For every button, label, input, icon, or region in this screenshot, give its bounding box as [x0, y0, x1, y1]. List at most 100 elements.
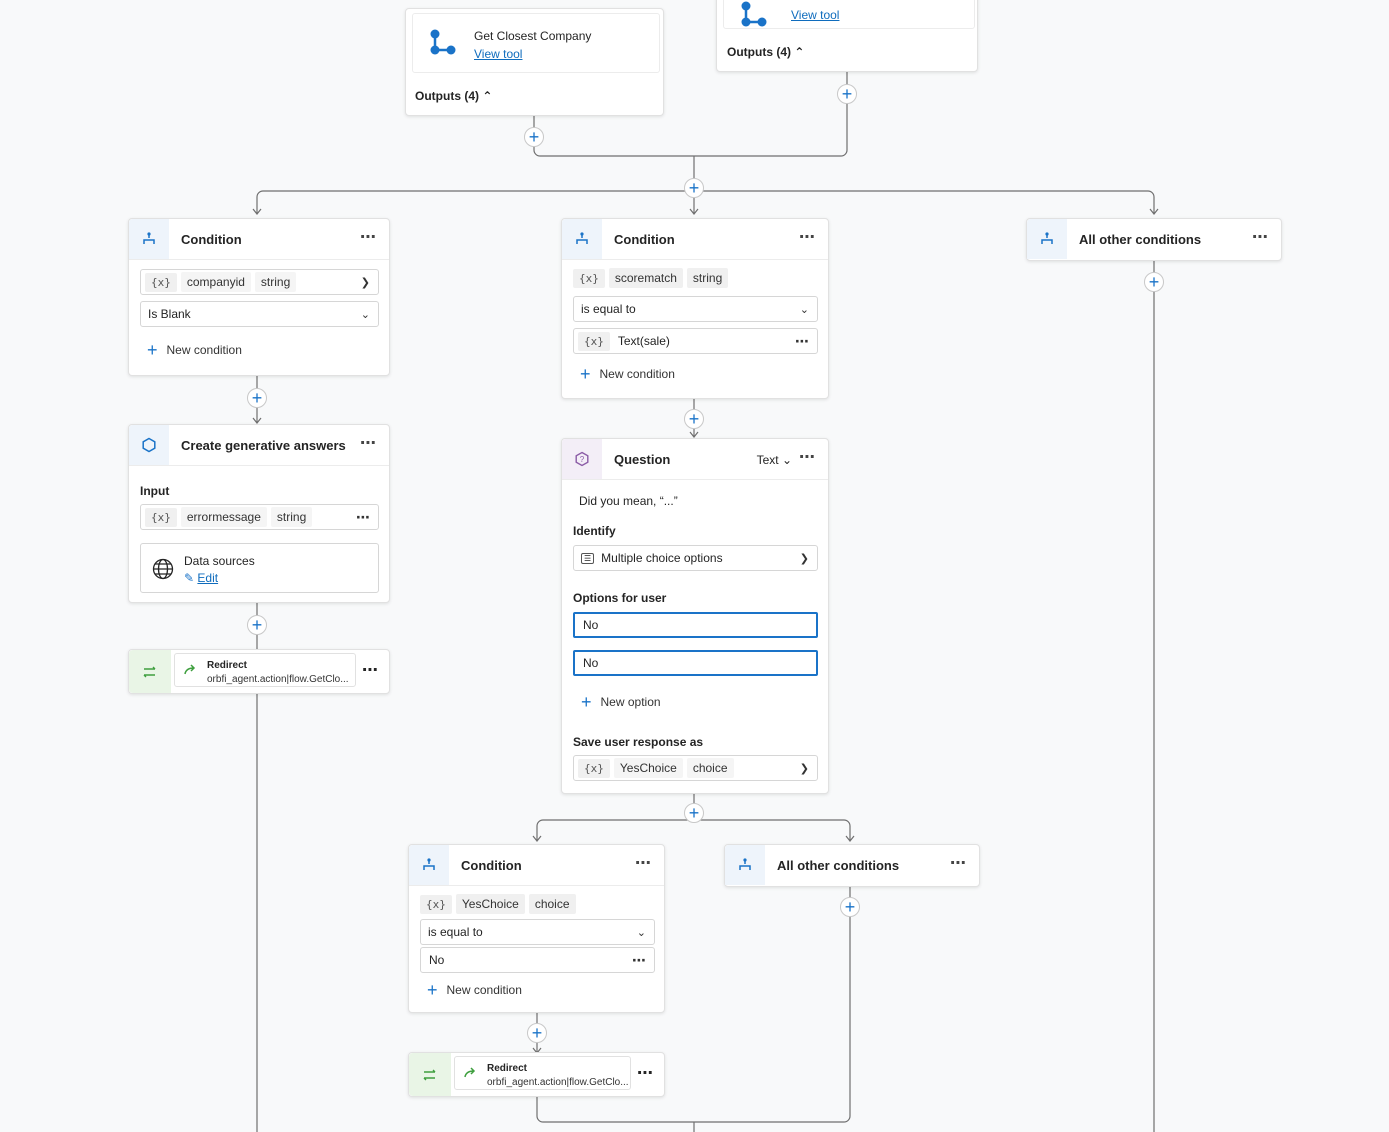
redirect-node-left[interactable]: Redirect orbfi_agent.action|flow.GetClo.…	[128, 649, 390, 694]
more-options-icon[interactable]: ⋯	[360, 227, 377, 247]
redirect-target: orbfi_agent.action|flow.GetClo...	[207, 674, 349, 685]
new-condition-label: New condition	[446, 983, 522, 997]
more-options-icon[interactable]: ⋯	[637, 1063, 654, 1083]
plus-icon: +	[427, 980, 438, 1000]
tool-node-get-closest-company[interactable]: Get Closest Company View tool Outputs (4…	[405, 8, 664, 116]
more-options-icon[interactable]: ⋯	[632, 952, 646, 969]
add-step-button[interactable]: +	[247, 388, 267, 408]
more-options-icon[interactable]: ⋯	[360, 433, 377, 453]
option-input[interactable]: No	[573, 650, 818, 676]
redirect-node-bottom[interactable]: Redirect orbfi_agent.action|flow.GetClo.…	[408, 1052, 665, 1097]
chevron-right-icon: ❯	[360, 276, 370, 289]
node-title: Condition	[461, 858, 522, 873]
operator-value: is equal to	[581, 302, 636, 316]
view-tool-link[interactable]: View tool	[791, 8, 839, 22]
more-options-icon[interactable]: ⋯	[799, 447, 816, 467]
node-title: Condition	[614, 232, 675, 247]
data-sources-label: Data sources	[184, 554, 255, 568]
outputs-label: Outputs (4)	[415, 89, 479, 103]
value-field[interactable]: No ⋯	[420, 947, 655, 973]
chevron-up-icon: ⌃	[482, 89, 493, 103]
generative-answers-node[interactable]: Create generative answers ⋯ Input {x} er…	[128, 424, 390, 603]
add-branch-button[interactable]: +	[684, 803, 704, 823]
generative-icon	[129, 425, 169, 465]
operator-value: Is Blank	[148, 307, 191, 321]
condition-node-left[interactable]: Condition ⋯ {x} companyid string ❯ Is Bl…	[128, 218, 390, 376]
operator-select[interactable]: is equal to ⌄	[573, 296, 818, 322]
question-node[interactable]: ? Question Text ⌄ ⋯ Did you mean, “...” …	[561, 438, 829, 794]
operator-value: is equal to	[428, 925, 483, 939]
chevron-down-icon: ⌄	[781, 453, 792, 467]
add-branch-button[interactable]: +	[684, 178, 704, 198]
save-variable-field[interactable]: {x} YesChoice choice ❯	[573, 755, 818, 781]
tool-icon	[741, 1, 767, 27]
new-condition-button[interactable]: + New condition	[427, 980, 522, 1000]
chevron-down-icon: ⌄	[799, 303, 809, 316]
variable-type: string	[270, 507, 313, 527]
condition-node-bottom[interactable]: Condition ⋯ {x} YesChoice choice is equal …	[408, 844, 665, 1013]
add-step-button[interactable]: +	[524, 127, 544, 147]
more-options-icon[interactable]: ⋯	[799, 227, 816, 247]
data-sources-card[interactable]: Data sources ✎ Edit	[140, 543, 379, 593]
redirect-title: Redirect	[207, 660, 248, 671]
response-type-value: Text	[756, 453, 779, 467]
condition-node-middle[interactable]: Condition ⋯ {x} scorematch string is equal…	[561, 218, 829, 399]
add-step-button[interactable]: +	[1144, 272, 1164, 292]
variable-field[interactable]: {x} scorematch string	[573, 268, 729, 288]
identify-label: Identify	[573, 524, 616, 538]
variable-icon: {x}	[145, 507, 177, 527]
add-step-button[interactable]: +	[837, 84, 857, 104]
operator-select[interactable]: Is Blank ⌄	[140, 301, 379, 327]
more-options-icon[interactable]: ⋯	[950, 853, 967, 873]
add-step-button[interactable]: +	[247, 615, 267, 635]
all-other-conditions-node-bottom[interactable]: All other conditions ⋯	[724, 844, 980, 887]
variable-name: scorematch	[608, 268, 683, 288]
response-type-select[interactable]: Text ⌄	[757, 453, 792, 467]
redirect-target-card[interactable]: Redirect orbfi_agent.action|flow.GetClo.…	[454, 1056, 631, 1090]
more-options-icon[interactable]: ⋯	[635, 853, 652, 873]
node-title: Condition	[181, 232, 242, 247]
variable-icon: {x}	[578, 331, 610, 351]
new-condition-button[interactable]: + New condition	[147, 340, 242, 360]
input-variable-field[interactable]: {x} errormessage string ⋯	[140, 504, 379, 530]
all-other-conditions-node[interactable]: All other conditions ⋯	[1026, 218, 1282, 261]
new-condition-button[interactable]: + New condition	[580, 365, 675, 383]
more-options-icon[interactable]: ⋯	[1252, 227, 1269, 247]
variable-type: choice	[528, 894, 576, 914]
plus-icon: +	[147, 340, 158, 360]
option-input[interactable]: No	[573, 612, 818, 638]
new-condition-label: New condition	[599, 367, 675, 381]
new-option-label: New option	[600, 695, 661, 709]
more-options-icon[interactable]: ⋯	[356, 509, 370, 526]
add-step-button[interactable]: +	[684, 409, 704, 429]
identify-select[interactable]: ☰ Multiple choice options ❯	[573, 545, 818, 571]
view-tool-link[interactable]: View tool	[474, 47, 522, 61]
node-title: Question	[614, 452, 671, 467]
add-step-button[interactable]: +	[840, 897, 860, 917]
variable-type: string	[686, 268, 729, 288]
branch-icon	[409, 845, 449, 885]
redirect-target: orbfi_agent.action|flow.GetClo...	[487, 1077, 629, 1088]
operator-select[interactable]: is equal to ⌄	[420, 919, 655, 945]
chevron-down-icon: ⌄	[636, 926, 646, 939]
value-field[interactable]: {x} Text(sale) ⋯	[573, 328, 818, 354]
variable-field[interactable]: {x} YesChoice choice	[420, 894, 576, 914]
branch-icon	[129, 219, 169, 259]
new-option-button[interactable]: + New option	[581, 693, 661, 711]
edit-link[interactable]: ✎ Edit	[184, 571, 218, 585]
more-options-icon[interactable]: ⋯	[795, 333, 809, 350]
tool-node-right[interactable]: View tool Outputs (4) ⌃	[716, 0, 978, 72]
options-label: Options for user	[573, 591, 667, 605]
more-options-icon[interactable]: ⋯	[362, 660, 379, 680]
outputs-toggle[interactable]: Outputs (4) ⌃	[415, 89, 492, 103]
outputs-label: Outputs (4)	[727, 45, 791, 59]
tool-title: Get Closest Company	[474, 29, 592, 43]
question-prompt[interactable]: Did you mean, “...”	[579, 494, 678, 508]
outputs-toggle[interactable]: Outputs (4) ⌃	[727, 45, 804, 59]
variable-icon: {x}	[578, 758, 610, 778]
redirect-target-card[interactable]: Redirect orbfi_agent.action|flow.GetClo.…	[174, 653, 356, 687]
add-step-button[interactable]: +	[527, 1023, 547, 1043]
redirect-icon	[129, 650, 171, 693]
globe-icon	[152, 558, 174, 580]
variable-field[interactable]: {x} companyid string ❯	[140, 269, 379, 295]
